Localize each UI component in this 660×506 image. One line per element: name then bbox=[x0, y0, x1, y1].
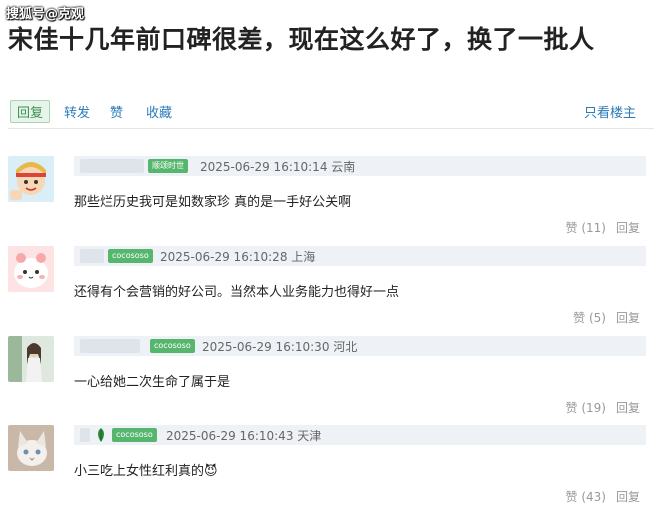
user-badge: cocososo bbox=[150, 339, 195, 353]
avatar[interactable] bbox=[8, 246, 54, 292]
comment-footer: 赞 (5) 回复 bbox=[573, 309, 640, 326]
reply-link[interactable]: 回复 bbox=[616, 401, 640, 415]
comment-datetime: 2025-06-29 16:10:28 上海 bbox=[160, 250, 316, 264]
avatar[interactable] bbox=[8, 336, 54, 382]
comment-footer: 赞 (43) 回复 bbox=[566, 488, 640, 505]
user-badge: 顺颂时世 bbox=[148, 159, 188, 173]
comment-item: cocososo 2025-06-29 16:10:28 上海 还得有个会营销的… bbox=[8, 246, 654, 334]
action-bar: 回复 转发 赞 收藏 只看楼主 bbox=[8, 100, 654, 124]
reply-link[interactable]: 回复 bbox=[616, 311, 640, 325]
forward-button[interactable]: 转发 bbox=[64, 102, 90, 121]
comment-footer: 赞 (19) 回复 bbox=[566, 399, 640, 416]
reply-button[interactable]: 回复 bbox=[10, 100, 51, 123]
like-count-button[interactable]: 赞 (5) bbox=[573, 311, 606, 325]
only-op-button[interactable]: 只看楼主 bbox=[584, 102, 636, 121]
like-count-button[interactable]: 赞 (19) bbox=[566, 401, 606, 415]
comment-header: cocososo 2025-06-29 16:10:28 上海 bbox=[74, 246, 646, 266]
comment-item: 顺颂时世 2025-06-29 16:10:14 云南 那些烂历史我可是如数家珍… bbox=[8, 156, 654, 244]
comment-location: 云南 bbox=[331, 160, 356, 174]
comment-item: cocososo 2025-06-29 16:10:30 河北 一心给她二次生命… bbox=[8, 336, 654, 424]
comment-datetime: 2025-06-29 16:10:14 云南 bbox=[200, 160, 356, 174]
comment-footer: 赞 (11) 回复 bbox=[566, 219, 640, 236]
comment-text: 那些烂历史我可是如数家珍 真的是一手好公关啊 bbox=[74, 195, 352, 210]
page-title: 宋佳十几年前口碑很差，现在这么好了，换了一批人 bbox=[8, 25, 595, 54]
comment-item: cocososo 2025-06-29 16:10:43 天津 小三吃上女性红利… bbox=[8, 425, 654, 506]
username-blurred[interactable] bbox=[80, 339, 140, 353]
comment-header: cocososo 2025-06-29 16:10:30 河北 bbox=[74, 336, 646, 356]
leaf-icon bbox=[94, 427, 108, 443]
comment-datetime: 2025-06-29 16:10:43 天津 bbox=[166, 429, 322, 443]
favorite-button[interactable]: 收藏 bbox=[146, 102, 172, 121]
username-blurred[interactable] bbox=[80, 428, 90, 442]
user-badge: cocososo bbox=[112, 428, 157, 442]
avatar[interactable] bbox=[8, 156, 54, 202]
comment-text: 还得有个会营销的好公司。当然本人业务能力也得好一点 bbox=[74, 285, 400, 300]
comment-location: 河北 bbox=[333, 340, 358, 354]
avatar[interactable] bbox=[8, 425, 54, 471]
watermark: 搜狐号@克观 bbox=[6, 7, 85, 22]
comment-header: 顺颂时世 2025-06-29 16:10:14 云南 bbox=[74, 156, 646, 176]
like-count-button[interactable]: 赞 (43) bbox=[566, 490, 606, 504]
like-count-button[interactable]: 赞 (11) bbox=[566, 221, 606, 235]
devil-emoji-icon: 😈 bbox=[204, 464, 218, 479]
username-blurred[interactable] bbox=[80, 249, 104, 263]
comment-text: 一心给她二次生命了属于是 bbox=[74, 375, 231, 390]
reply-link[interactable]: 回复 bbox=[616, 490, 640, 504]
like-button[interactable]: 赞 bbox=[110, 102, 123, 121]
comment-header: cocososo 2025-06-29 16:10:43 天津 bbox=[74, 425, 646, 445]
username-blurred[interactable] bbox=[80, 159, 144, 173]
comment-location: 天津 bbox=[297, 429, 322, 443]
user-badge: cocososo bbox=[108, 249, 153, 263]
comment-text: 小三吃上女性红利真的😈 bbox=[74, 464, 218, 479]
comment-location: 上海 bbox=[291, 250, 316, 264]
divider bbox=[8, 128, 654, 129]
reply-link[interactable]: 回复 bbox=[616, 221, 640, 235]
comment-datetime: 2025-06-29 16:10:30 河北 bbox=[202, 340, 358, 354]
